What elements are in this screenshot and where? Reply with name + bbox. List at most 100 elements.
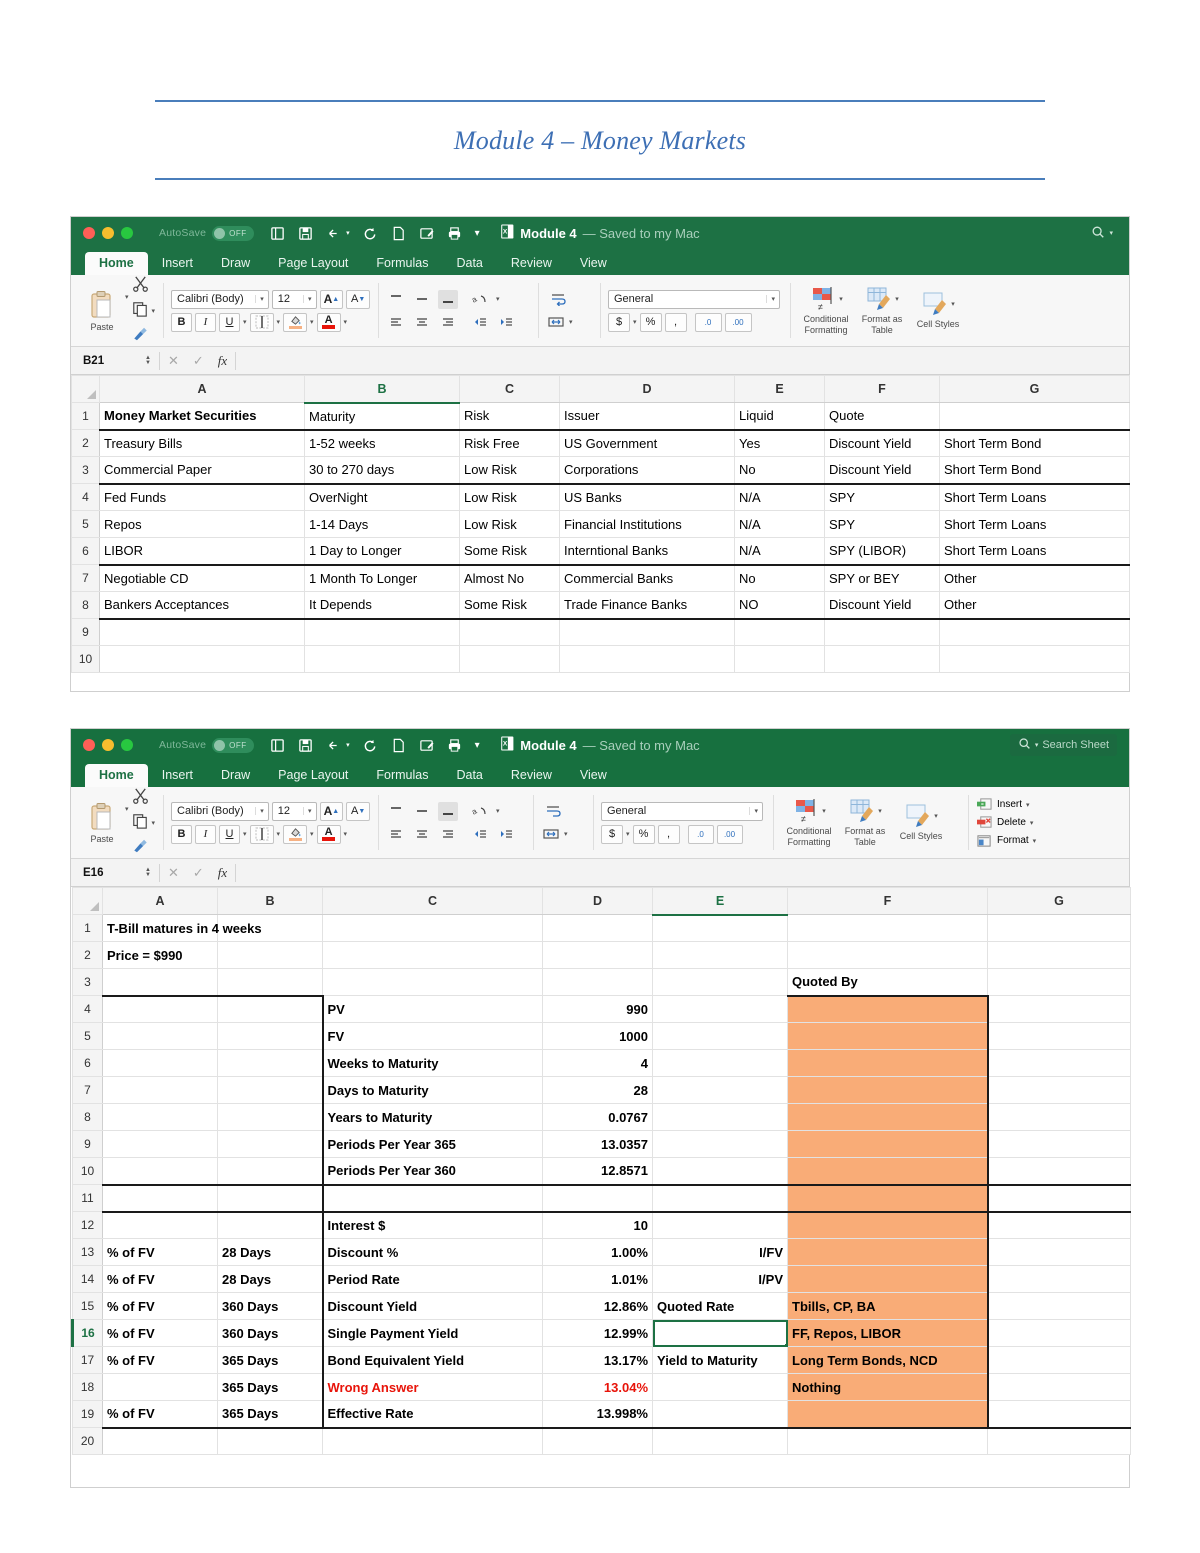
align-left-button[interactable] bbox=[386, 825, 406, 844]
cell-c20[interactable] bbox=[322, 1427, 543, 1455]
tab-formulas[interactable]: Formulas bbox=[362, 252, 442, 275]
cell-g9[interactable] bbox=[939, 618, 1130, 646]
cell-d17[interactable]: 13.17% bbox=[542, 1346, 653, 1374]
font-color-button[interactable]: A bbox=[316, 824, 341, 844]
column-header-f[interactable]: F bbox=[824, 375, 940, 403]
undo-dropdown-icon[interactable]: ▾ bbox=[346, 741, 350, 749]
chevron-down-icon[interactable]: ▾ bbox=[1035, 741, 1039, 749]
cell-e3[interactable]: No bbox=[734, 456, 825, 485]
cell-g11[interactable] bbox=[987, 1184, 1131, 1213]
confirm-entry-icon[interactable]: ✓ bbox=[193, 353, 204, 369]
cell-c3[interactable] bbox=[322, 968, 543, 996]
font-size-dropdown-icon[interactable]: ▾ bbox=[303, 807, 316, 815]
column-header-c[interactable]: C bbox=[459, 375, 560, 403]
underline-dropdown-icon[interactable]: ▾ bbox=[243, 830, 247, 838]
cell-d5[interactable]: Financial Institutions bbox=[559, 510, 735, 538]
qat-overflow-icon[interactable]: ▾ bbox=[475, 228, 480, 239]
cell-e6[interactable]: N/A bbox=[734, 537, 825, 566]
cell-f18[interactable]: Nothing bbox=[787, 1373, 989, 1401]
window1-spreadsheet-grid[interactable]: A B C D E F G 1 Money Market Securities … bbox=[71, 375, 1130, 673]
cell-b4[interactable] bbox=[217, 994, 324, 1023]
tab-data[interactable]: Data bbox=[442, 252, 496, 275]
cell-c4[interactable]: Low Risk bbox=[459, 483, 560, 511]
format-painter-icon[interactable] bbox=[132, 326, 155, 347]
cell-d16[interactable]: 12.99% bbox=[542, 1319, 653, 1347]
cell-d4[interactable]: 990 bbox=[542, 995, 653, 1023]
merge-dropdown-icon[interactable]: ▾ bbox=[564, 830, 568, 838]
cell-c9[interactable] bbox=[459, 618, 560, 646]
cell-d2[interactable]: US Government bbox=[559, 429, 735, 457]
cell-f6[interactable] bbox=[787, 1049, 989, 1077]
underline-button[interactable]: U bbox=[219, 824, 240, 844]
cell-e5[interactable]: N/A bbox=[734, 510, 825, 538]
column-header-c[interactable]: C bbox=[322, 887, 543, 915]
cell-a13[interactable]: % of FV bbox=[102, 1238, 218, 1266]
cell-d6[interactable]: Interntional Banks bbox=[559, 537, 735, 566]
cell-b11[interactable] bbox=[217, 1184, 324, 1213]
underline-dropdown-icon[interactable]: ▾ bbox=[243, 318, 247, 326]
print-icon[interactable] bbox=[447, 738, 462, 753]
cell-g1[interactable] bbox=[987, 914, 1131, 942]
number-format-dropdown-icon[interactable]: ▾ bbox=[749, 807, 762, 815]
borders-dropdown-icon[interactable]: ▾ bbox=[277, 830, 281, 838]
row-header-4[interactable]: 4 bbox=[71, 483, 100, 511]
edit-mode-icon[interactable] bbox=[419, 226, 434, 241]
row-header-7[interactable]: 7 bbox=[72, 1076, 103, 1104]
decrease-decimal-button[interactable]: .00 bbox=[724, 312, 752, 332]
cell-c18[interactable]: Wrong Answer bbox=[322, 1373, 543, 1401]
cell-c19[interactable]: Effective Rate bbox=[322, 1400, 543, 1429]
tab-insert[interactable]: Insert bbox=[148, 252, 207, 275]
cell-c8[interactable]: Years to Maturity bbox=[322, 1103, 543, 1131]
new-document-icon[interactable] bbox=[391, 226, 406, 241]
cell-e4[interactable] bbox=[652, 995, 788, 1023]
number-format-combo[interactable]: General ▾ bbox=[601, 801, 763, 821]
bold-button[interactable]: B bbox=[171, 824, 192, 844]
tab-review[interactable]: Review bbox=[497, 764, 566, 787]
maximize-window-button[interactable] bbox=[121, 739, 133, 751]
cell-g8[interactable]: Other bbox=[939, 591, 1130, 620]
cell-d3[interactable] bbox=[542, 968, 653, 996]
decrease-decimal-button[interactable]: .00 bbox=[716, 824, 743, 844]
chevron-down-icon[interactable]: ▾ bbox=[1109, 229, 1113, 237]
currency-dropdown-icon[interactable]: ▾ bbox=[633, 318, 637, 326]
cell-a2[interactable]: Treasury Bills bbox=[99, 429, 305, 457]
conditional-formatting-button[interactable]: ≠ ▾ Conditional Formatting bbox=[781, 798, 837, 848]
currency-dropdown-icon[interactable]: ▾ bbox=[626, 830, 630, 838]
maximize-window-button[interactable] bbox=[121, 227, 133, 239]
font-size-dropdown-icon[interactable]: ▾ bbox=[303, 295, 316, 303]
align-middle-button[interactable] bbox=[412, 290, 432, 309]
cell-e7[interactable]: No bbox=[734, 564, 825, 592]
cell-f4[interactable] bbox=[787, 995, 989, 1023]
autosave-toggle[interactable]: OFF bbox=[212, 225, 255, 241]
cell-e19[interactable] bbox=[652, 1400, 788, 1429]
save-icon[interactable] bbox=[298, 226, 313, 241]
cell-g6[interactable]: Short Term Loans bbox=[939, 537, 1130, 566]
insert-cells-button[interactable]: Insert ▾ bbox=[976, 797, 1036, 812]
cell-f4[interactable]: SPY bbox=[824, 483, 940, 511]
cell-d8[interactable]: Trade Finance Banks bbox=[559, 591, 735, 620]
cell-a8[interactable] bbox=[102, 1103, 218, 1131]
cell-f14[interactable] bbox=[787, 1265, 989, 1293]
cell-d6[interactable]: 4 bbox=[542, 1049, 653, 1077]
cell-d7[interactable]: 28 bbox=[542, 1076, 653, 1104]
cell-d1[interactable]: Issuer bbox=[559, 402, 735, 431]
copy-icon[interactable] bbox=[132, 301, 148, 322]
cell-d20[interactable] bbox=[542, 1427, 653, 1455]
row-header-1[interactable]: 1 bbox=[72, 914, 103, 942]
cell-b4[interactable]: OverNight bbox=[304, 483, 460, 511]
orientation-dropdown-icon[interactable]: ▾ bbox=[496, 807, 500, 815]
cell-b12[interactable] bbox=[217, 1211, 324, 1239]
cell-g3[interactable]: Short Term Bond bbox=[939, 456, 1130, 485]
cell-b8[interactable] bbox=[217, 1103, 324, 1131]
print-icon[interactable] bbox=[447, 226, 462, 241]
tab-insert[interactable]: Insert bbox=[148, 764, 207, 787]
row-header-2[interactable]: 2 bbox=[72, 941, 103, 969]
table-row[interactable]: 3 Quoted By bbox=[72, 968, 1131, 997]
format-as-table-button[interactable]: ▾ Format as Table bbox=[837, 798, 893, 848]
cell-c16[interactable]: Single Payment Yield bbox=[322, 1319, 543, 1347]
cell-b20[interactable] bbox=[217, 1427, 323, 1455]
cell-f3[interactable]: Quoted By bbox=[787, 968, 988, 997]
align-top-button[interactable] bbox=[386, 802, 406, 821]
column-header-f[interactable]: F bbox=[787, 887, 988, 915]
cell-c12[interactable]: Interest $ bbox=[322, 1211, 543, 1239]
